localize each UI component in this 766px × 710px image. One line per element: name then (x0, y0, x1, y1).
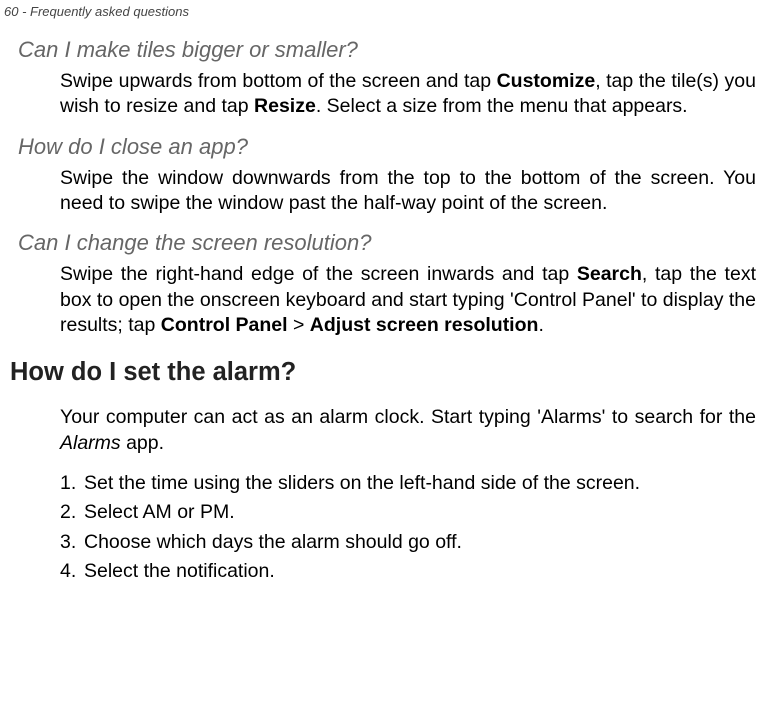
heading-set-alarm: How do I set the alarm? (10, 358, 756, 387)
bold-resize: Resize (254, 95, 316, 117)
bold-search: Search (577, 263, 642, 285)
step-2: Select AM or PM. (60, 499, 756, 525)
answer-screen-resolution: Swipe the right-hand edge of the screen … (60, 262, 756, 338)
bold-adjust-resolution: Adjust screen resolution (310, 314, 539, 336)
text: . Select a size from the menu that appea… (316, 95, 688, 117)
step-1: Set the time using the sliders on the le… (60, 470, 756, 496)
text: Swipe the right-hand edge of the screen … (60, 263, 577, 285)
page: 60 - Frequently asked questions Can I ma… (0, 0, 766, 607)
answer-tiles-resize: Swipe upwards from bottom of the screen … (60, 69, 756, 120)
step-3: Choose which days the alarm should go of… (60, 529, 756, 555)
question-close-app: How do I close an app? (18, 134, 756, 160)
question-tiles-resize: Can I make tiles bigger or smaller? (18, 37, 756, 63)
italic-alarms-app: Alarms (60, 432, 121, 454)
step-4: Select the notification. (60, 558, 756, 584)
text: app. (121, 432, 164, 454)
bold-customize: Customize (497, 70, 596, 92)
text: Swipe upwards from bottom of the screen … (60, 70, 497, 92)
text: > (288, 314, 310, 336)
alarm-steps: Set the time using the sliders on the le… (60, 470, 756, 584)
question-screen-resolution: Can I change the screen resolution? (18, 230, 756, 256)
text: . (538, 314, 543, 336)
text: Your computer can act as an alarm clock.… (60, 406, 756, 428)
alarm-intro: Your computer can act as an alarm clock.… (60, 405, 756, 456)
page-header: 60 - Frequently asked questions (4, 4, 756, 19)
bold-control-panel: Control Panel (161, 314, 288, 336)
answer-close-app: Swipe the window downwards from the top … (60, 166, 756, 217)
